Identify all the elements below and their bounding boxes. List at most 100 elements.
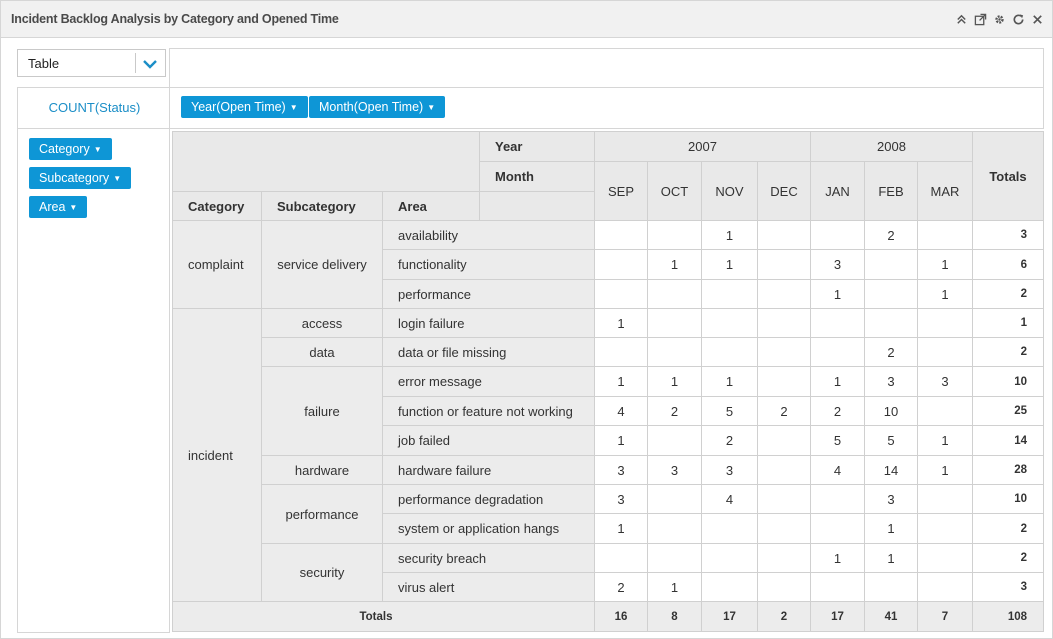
row-header-category[interactable]: Category [172,191,262,221]
measure-label[interactable]: COUNT(Status) [18,100,171,115]
value-cell[interactable]: 4 [594,396,648,426]
grand-total[interactable]: 108 [972,601,1044,632]
row-subcategory[interactable]: performance [261,484,383,544]
value-cell[interactable]: 1 [594,425,648,456]
value-cell[interactable]: 1 [864,543,918,573]
row-total[interactable]: 1 [972,308,1044,338]
row-area[interactable]: function or feature not working [382,396,595,426]
value-cell[interactable] [757,337,811,367]
row-total[interactable]: 10 [972,484,1044,514]
row-area[interactable]: hardware failure [382,455,595,485]
filter-drop-zone[interactable] [169,48,1044,88]
collapse-icon[interactable] [953,11,970,28]
row-pill-category[interactable]: Category ▼ [29,138,112,160]
value-cell[interactable] [757,484,811,514]
value-cell[interactable]: 14 [864,455,918,485]
column-total[interactable]: 8 [647,601,702,632]
value-cell[interactable]: 2 [864,220,918,250]
row-area[interactable]: virus alert [382,572,595,602]
value-cell[interactable] [757,366,811,397]
row-total[interactable]: 10 [972,366,1044,397]
value-cell[interactable]: 2 [701,425,758,456]
value-cell[interactable] [701,308,758,338]
value-cell[interactable] [647,513,702,544]
value-cell[interactable] [810,220,865,250]
value-cell[interactable] [594,249,648,280]
value-cell[interactable] [647,337,702,367]
value-cell[interactable]: 3 [864,366,918,397]
value-cell[interactable] [917,484,973,514]
value-cell[interactable] [647,279,702,309]
column-drop-zone[interactable]: Year(Open Time) ▼ Month(Open Time) ▼ [169,87,1044,129]
row-total[interactable]: 3 [972,220,1044,250]
row-subcategory[interactable]: security [261,543,383,602]
row-area[interactable]: data or file missing [382,337,595,367]
value-cell[interactable]: 1 [864,513,918,544]
value-cell[interactable]: 1 [810,543,865,573]
refresh-icon[interactable] [1010,11,1027,28]
value-cell[interactable]: 3 [594,484,648,514]
value-cell[interactable] [917,396,973,426]
value-cell[interactable]: 3 [701,455,758,485]
value-cell[interactable] [701,513,758,544]
view-type-select[interactable]: Table [17,49,166,77]
value-cell[interactable]: 2 [864,337,918,367]
row-category[interactable]: incident [172,308,262,602]
value-cell[interactable] [757,455,811,485]
value-cell[interactable] [917,572,973,602]
row-subcategory[interactable]: service delivery [261,220,383,309]
value-cell[interactable]: 1 [594,308,648,338]
value-cell[interactable] [757,425,811,456]
row-total[interactable]: 2 [972,543,1044,573]
value-cell[interactable] [757,308,811,338]
value-cell[interactable] [647,543,702,573]
column-total[interactable]: 41 [864,601,918,632]
row-area[interactable]: performance degradation [382,484,595,514]
row-total[interactable]: 2 [972,279,1044,309]
header-month[interactable]: JAN [810,161,865,221]
row-area[interactable]: login failure [382,308,595,338]
column-total[interactable]: 16 [594,601,648,632]
row-area[interactable]: functionality [382,249,595,280]
value-cell[interactable]: 1 [594,513,648,544]
value-cell[interactable] [757,572,811,602]
row-category[interactable]: complaint [172,220,262,309]
value-cell[interactable] [701,572,758,602]
row-area[interactable]: availability [382,220,595,250]
row-total[interactable]: 28 [972,455,1044,485]
value-cell[interactable] [864,308,918,338]
row-subcategory[interactable]: data [261,337,383,367]
value-cell[interactable]: 1 [917,425,973,456]
value-cell[interactable] [917,220,973,250]
row-total[interactable]: 2 [972,513,1044,544]
header-year[interactable]: 2007 [594,131,811,162]
value-cell[interactable] [701,543,758,573]
header-month[interactable]: FEB [864,161,918,221]
value-cell[interactable]: 4 [701,484,758,514]
value-cell[interactable] [757,543,811,573]
value-cell[interactable]: 3 [647,455,702,485]
value-cell[interactable] [810,337,865,367]
value-cell[interactable] [864,279,918,309]
row-area[interactable]: error message [382,366,595,397]
header-month[interactable]: OCT [647,161,702,221]
value-cell[interactable]: 5 [810,425,865,456]
value-cell[interactable] [701,279,758,309]
column-pill-month[interactable]: Month(Open Time) ▼ [309,96,446,118]
value-cell[interactable]: 1 [917,249,973,280]
value-cell[interactable] [757,220,811,250]
value-cell[interactable]: 1 [917,455,973,485]
settings-icon[interactable] [991,11,1008,28]
value-cell[interactable] [594,279,648,309]
chevron-down-icon[interactable] [142,58,158,70]
value-cell[interactable] [810,484,865,514]
value-cell[interactable]: 3 [594,455,648,485]
value-cell[interactable] [917,513,973,544]
value-cell[interactable]: 1 [810,279,865,309]
column-total[interactable]: 7 [917,601,973,632]
column-pill-year[interactable]: Year(Open Time) ▼ [181,96,308,118]
value-cell[interactable] [917,337,973,367]
value-cell[interactable]: 5 [701,396,758,426]
value-cell[interactable] [647,308,702,338]
value-cell[interactable] [594,220,648,250]
